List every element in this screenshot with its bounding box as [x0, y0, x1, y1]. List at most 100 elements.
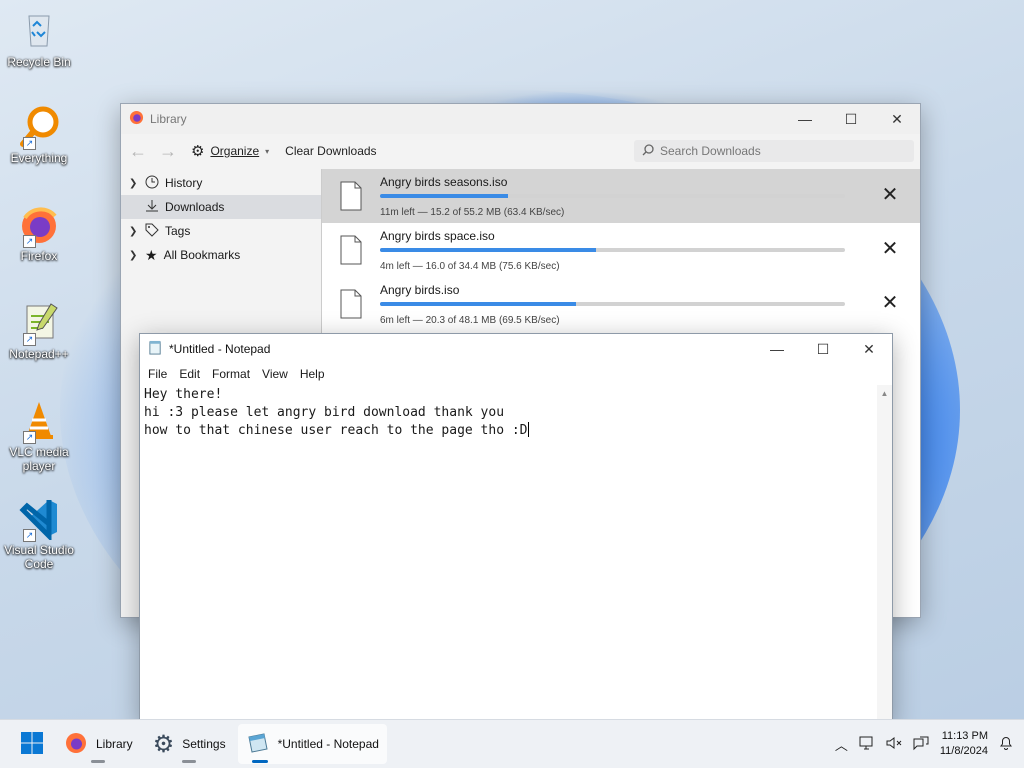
minimize-icon: — [770, 341, 784, 357]
download-item[interactable]: Angry birds space.iso 4m left — 16.0 of … [322, 223, 920, 277]
search-downloads-input[interactable]: Search Downloads [634, 140, 914, 162]
sidebar-item-label: Tags [165, 224, 191, 238]
clear-downloads-button[interactable]: Clear Downloads [281, 142, 380, 160]
notepad-titlebar[interactable]: *Untitled - Notepad — ☐ ✕ [140, 334, 892, 364]
vlc-cone-icon: ↗ [17, 398, 61, 444]
expand-chevron-icon[interactable]: ❯ [129, 178, 139, 189]
close-button[interactable]: ✕ [874, 104, 920, 134]
menu-file[interactable]: File [142, 367, 173, 381]
desktop-icon-label: Recycle Bin [7, 55, 71, 69]
download-status: 6m left — 20.3 of 48.1 MB (69.5 KB/sec) [380, 314, 560, 326]
desktop-icon-vscode[interactable]: ↗ Visual Studio Code [4, 496, 74, 571]
volume-muted-icon[interactable] [886, 735, 902, 754]
copilot-icon[interactable] [912, 735, 930, 754]
minimize-button[interactable]: — [782, 104, 828, 134]
cancel-download-button[interactable]: ✕ [880, 293, 900, 313]
desktop-icon-label: Notepad++ [9, 347, 69, 361]
menu-edit[interactable]: Edit [173, 367, 206, 381]
clock-time: 11:13 PM [941, 730, 988, 742]
minimize-button[interactable]: — [754, 334, 800, 364]
shortcut-arrow-icon: ↗ [23, 235, 36, 248]
clock-date: 11/8/2024 [939, 745, 988, 757]
back-arrow-icon[interactable]: ← [127, 141, 149, 162]
desktop-icon-everything[interactable]: ↗ Everything [4, 104, 74, 165]
cancel-download-button[interactable]: ✕ [880, 185, 900, 205]
expand-chevron-icon[interactable]: ❯ [129, 250, 139, 261]
expand-chevron-icon[interactable]: ❯ [129, 226, 139, 237]
clear-downloads-label: Clear Downloads [285, 144, 377, 158]
notification-bell-icon[interactable] [998, 735, 1014, 754]
vertical-scrollbar[interactable]: ▲ [877, 385, 892, 724]
notepad-icon [148, 340, 163, 358]
maximize-button[interactable]: ☐ [800, 334, 846, 364]
sidebar-item-all-bookmarks[interactable]: ❯ ★ All Bookmarks [121, 243, 321, 267]
taskbar-app-settings[interactable]: ⚙ Settings [145, 724, 234, 764]
desktop-icon-label: VLC media player [9, 445, 69, 473]
library-toolbar: ← → ⚙ Organize ▾ Clear Downloads Search … [121, 134, 920, 168]
maximize-button[interactable]: ☐ [828, 104, 874, 134]
taskbar-app-notepad[interactable]: *Untitled - Notepad [237, 724, 387, 764]
everything-search-icon: ↗ [17, 104, 61, 150]
search-placeholder: Search Downloads [660, 144, 761, 158]
download-item[interactable]: Angry birds.iso 6m left — 20.3 of 48.1 M… [322, 277, 920, 331]
text-line: hi :3 please let angry bird download tha… [144, 405, 505, 420]
notepad-text-area[interactable]: Hey there! hi :3 please let angry bird d… [140, 385, 877, 724]
desktop-icon-label: Visual Studio Code [4, 543, 74, 571]
recycle-bin-icon [17, 8, 61, 52]
clock[interactable]: 11:13 PM 11/8/2024 [940, 729, 988, 759]
firefox-icon [64, 731, 88, 758]
text-caret [527, 422, 529, 437]
close-icon: ✕ [881, 238, 899, 260]
organize-button[interactable]: ⚙ Organize ▾ [187, 140, 273, 162]
desktop-icon-notepad-plus-plus[interactable]: ↗ Notepad++ [4, 300, 74, 361]
close-icon: ✕ [891, 110, 903, 127]
firefox-icon [129, 110, 144, 128]
clock-icon [145, 175, 159, 192]
shortcut-arrow-icon: ↗ [23, 431, 36, 444]
library-titlebar[interactable]: Library — ☐ ✕ [121, 104, 920, 134]
maximize-icon: ☐ [816, 340, 830, 357]
menu-format[interactable]: Format [206, 367, 256, 381]
download-name: Angry birds seasons.iso [380, 174, 508, 189]
sidebar-item-downloads[interactable]: Downloads [121, 195, 321, 219]
cancel-download-button[interactable]: ✕ [880, 239, 900, 259]
download-name: Angry birds space.iso [380, 228, 495, 243]
sidebar-item-history[interactable]: ❯ History [121, 171, 321, 195]
download-status: 11m left — 15.2 of 55.2 MB (63.4 KB/sec) [380, 206, 565, 218]
taskbar: Library ⚙ Settings *Untitled - Notepad ︿… [0, 719, 1024, 768]
taskbar-app-library[interactable]: Library [56, 724, 141, 764]
forward-arrow-icon[interactable]: → [157, 141, 179, 162]
settings-gear-icon: ⚙ [152, 730, 175, 758]
close-icon: ✕ [881, 184, 899, 206]
window-title: *Untitled - Notepad [169, 342, 271, 356]
desktop-icon-vlc[interactable]: ↗ VLC media player [4, 398, 74, 473]
desktop-icon-firefox[interactable]: ↗ Firefox [4, 202, 74, 263]
notepad-plus-plus-icon: ↗ [17, 300, 61, 346]
sidebar-item-tags[interactable]: ❯ Tags [121, 219, 321, 243]
desktop-icon-recycle-bin[interactable]: Recycle Bin [4, 8, 74, 69]
network-icon[interactable] [858, 735, 876, 754]
sidebar-item-label: All Bookmarks [163, 248, 241, 262]
desktop-icon-label: Everything [10, 151, 68, 165]
shortcut-arrow-icon: ↗ [23, 137, 36, 150]
close-button[interactable]: ✕ [846, 334, 892, 364]
star-icon: ★ [145, 246, 158, 263]
minimize-icon: — [798, 111, 812, 127]
start-button[interactable] [12, 724, 52, 764]
sidebar-item-label: Downloads [165, 200, 225, 214]
download-progress-bar [380, 193, 845, 198]
taskbar-app-label: Library [96, 737, 133, 751]
shortcut-arrow-icon: ↗ [23, 529, 36, 542]
scroll-up-arrow-icon[interactable]: ▲ [877, 385, 892, 398]
window-title: Library [150, 112, 187, 126]
chevron-up-icon[interactable]: ︿ [835, 735, 848, 754]
menu-help[interactable]: Help [294, 367, 331, 381]
organize-label: Organize [210, 144, 260, 158]
maximize-icon: ☐ [844, 110, 858, 127]
notepad-menubar: File Edit Format View Help [140, 364, 892, 384]
menu-view[interactable]: View [256, 367, 294, 381]
file-icon [340, 235, 362, 265]
sidebar-item-label: History [165, 176, 203, 190]
download-item[interactable]: Angry birds seasons.iso 11m left — 15.2 … [322, 169, 920, 223]
notepad-window: *Untitled - Notepad — ☐ ✕ File Edit Form… [139, 333, 893, 725]
